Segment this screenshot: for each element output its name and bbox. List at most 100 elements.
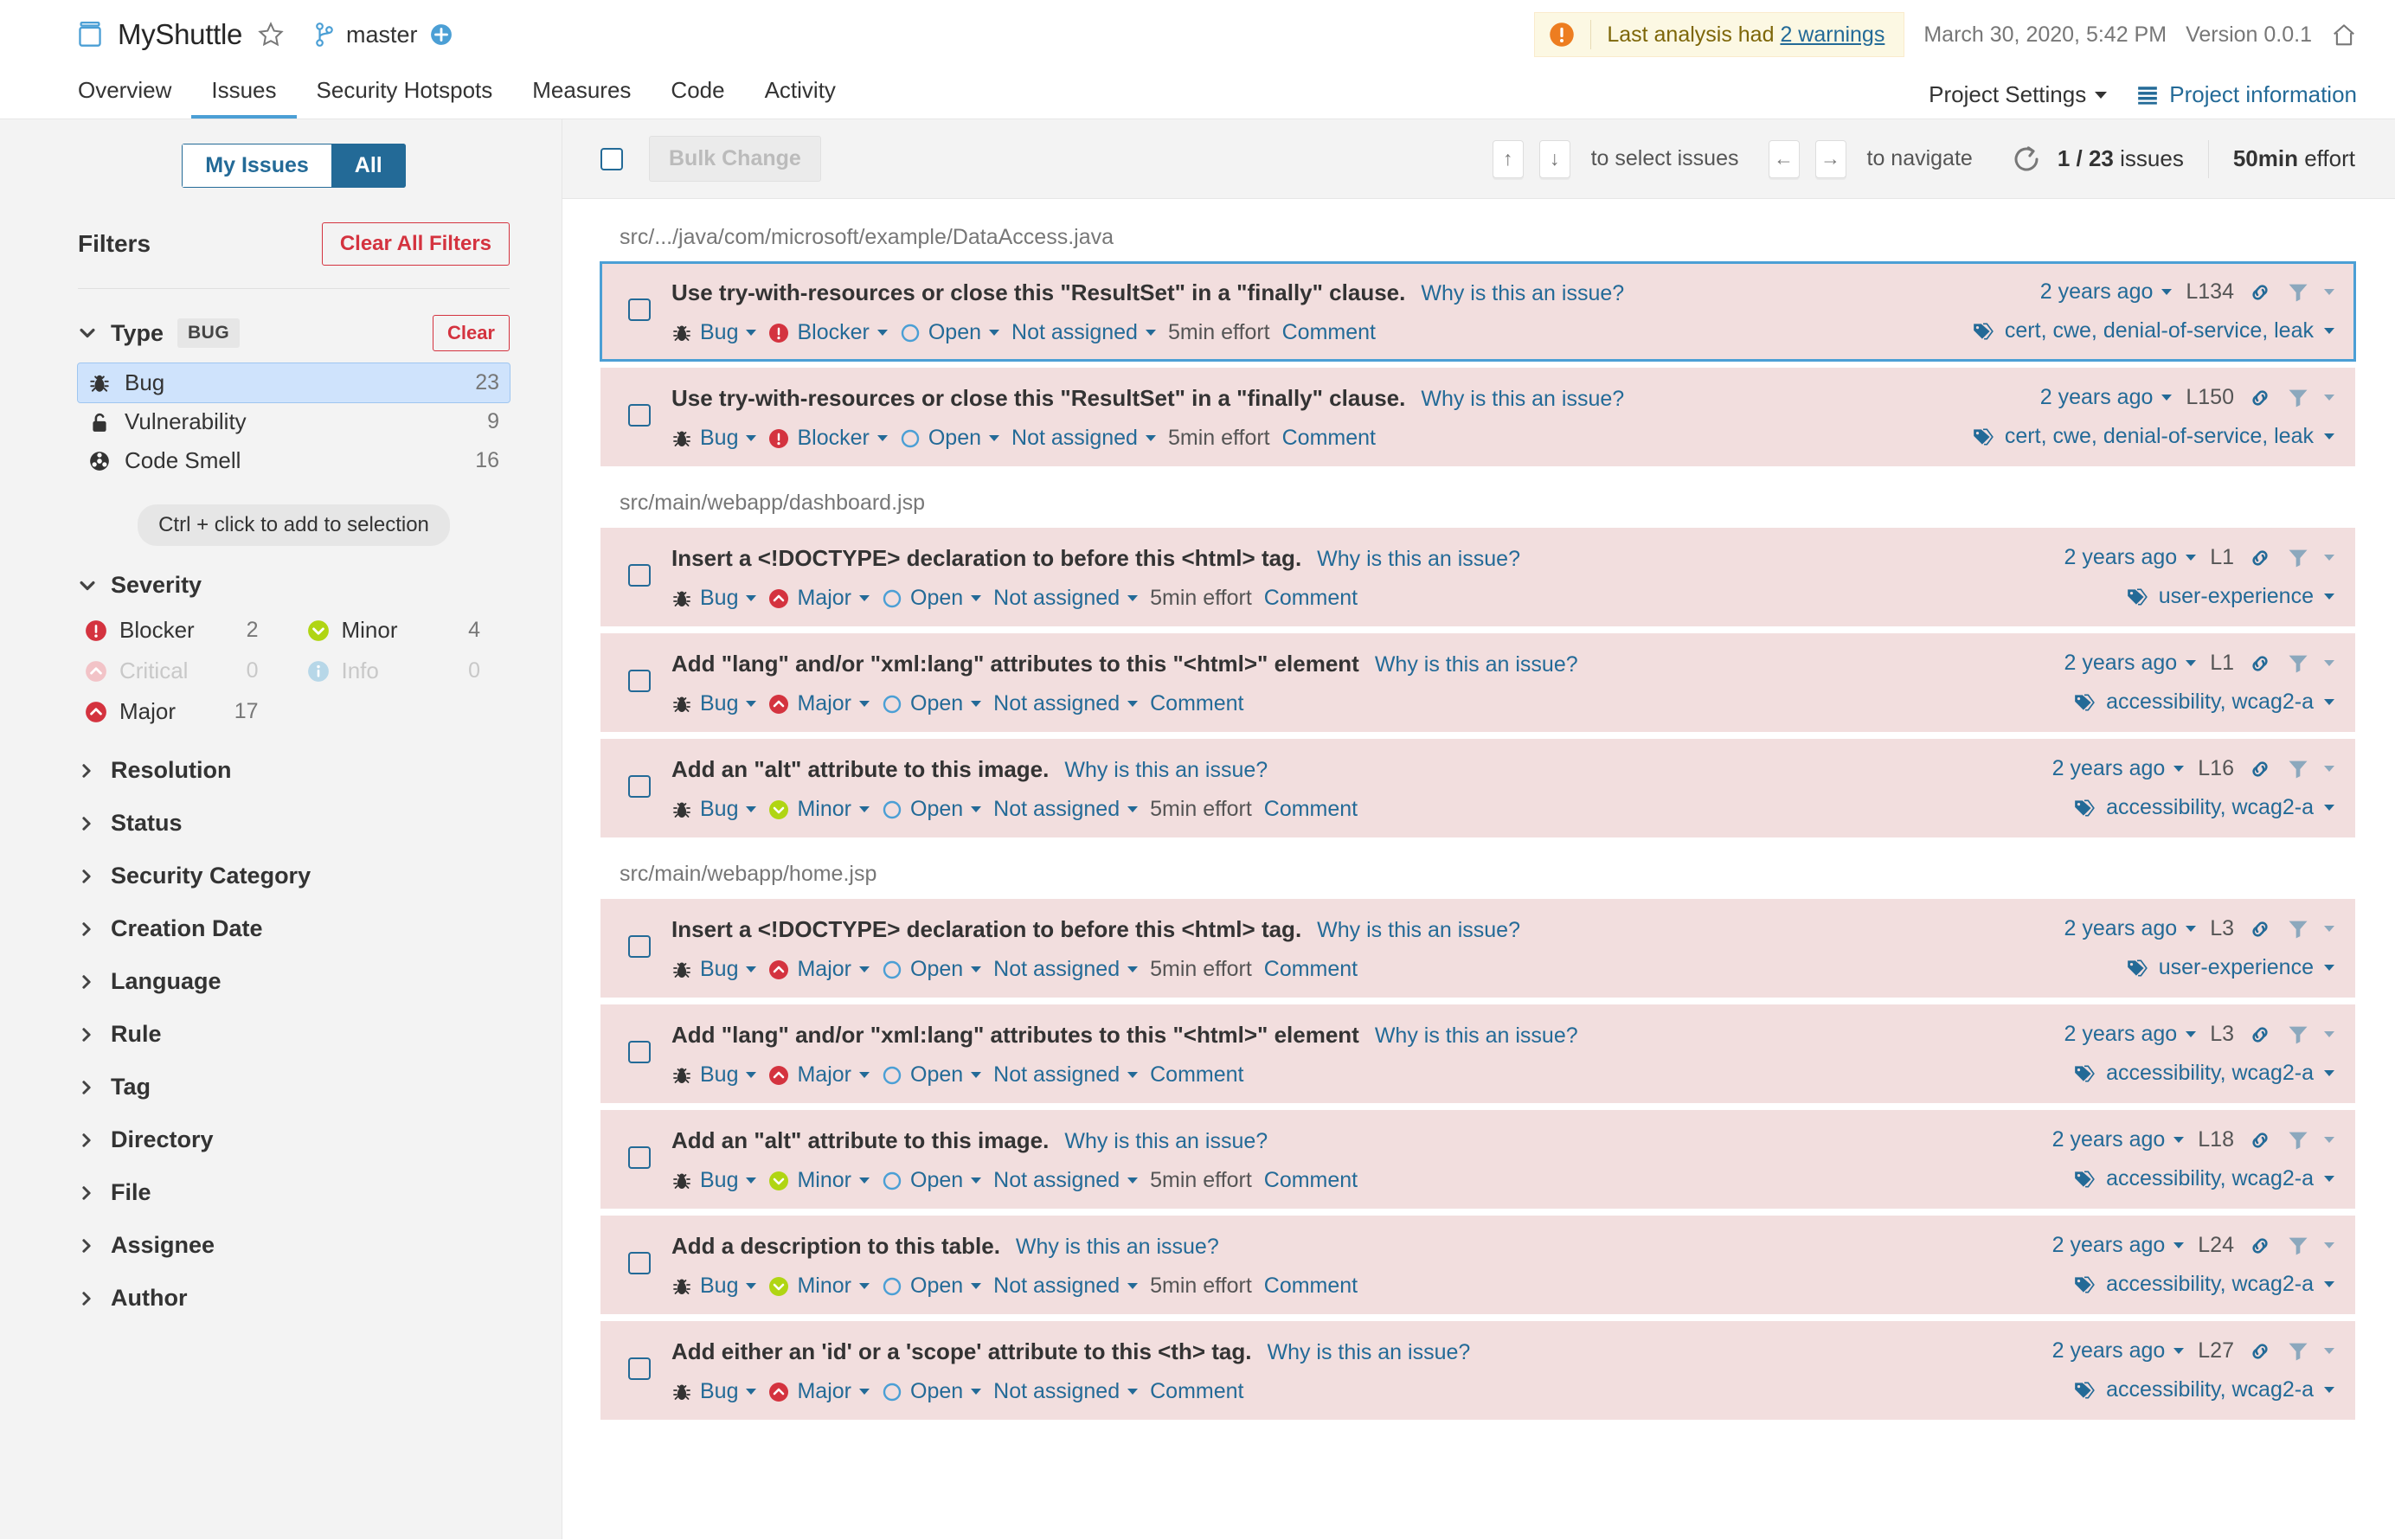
facet-language[interactable]: Language [78, 968, 510, 995]
facet-severity-header[interactable]: Severity [78, 572, 510, 599]
issue-tags[interactable]: cert, cwe, denial-of-service, leak [2005, 318, 2314, 343]
issue-severity-chip[interactable]: Major [768, 1379, 870, 1404]
why-is-this-an-issue-link[interactable]: Why is this an issue? [1016, 1235, 1219, 1260]
issue-type-chip[interactable]: Bug [671, 586, 757, 611]
issue-age[interactable]: 2 years ago [2040, 279, 2173, 305]
home-icon[interactable] [2331, 22, 2357, 48]
issue-row[interactable]: Add an "alt" attribute to this image. Wh… [600, 1110, 2355, 1209]
star-icon[interactable] [258, 22, 284, 48]
permalink-icon[interactable] [2248, 1339, 2272, 1364]
issue-type-chip[interactable]: Bug [671, 1274, 757, 1299]
issue-checkbox[interactable] [628, 775, 651, 798]
issue-severity-chip[interactable]: Major [768, 957, 870, 982]
issue-severity-chip[interactable]: Major [768, 1062, 870, 1088]
facet-security-category[interactable]: Security Category [78, 863, 510, 889]
issue-message[interactable]: Add "lang" and/or "xml:lang" attributes … [671, 651, 1359, 677]
issue-assignee-chip[interactable]: Not assigned [993, 797, 1139, 822]
why-is-this-an-issue-link[interactable]: Why is this an issue? [1375, 1023, 1578, 1049]
facet-item-code-smell[interactable]: Code Smell 16 [78, 441, 510, 480]
why-is-this-an-issue-link[interactable]: Why is this an issue? [1064, 758, 1268, 783]
issue-row[interactable]: Use try-with-resources or close this "Re… [600, 261, 2356, 362]
issue-checkbox[interactable] [628, 404, 651, 427]
issue-status-chip[interactable]: Open [882, 797, 982, 822]
issue-checkbox[interactable] [628, 670, 651, 692]
issue-type-chip[interactable]: Bug [671, 1062, 757, 1088]
issue-status-chip[interactable]: Open [900, 320, 1000, 345]
facet-assignee[interactable]: Assignee [78, 1232, 510, 1259]
issue-severity-chip[interactable]: Minor [768, 797, 870, 822]
filter-similar-issues-icon[interactable] [2286, 546, 2310, 570]
issue-type-chip[interactable]: Bug [671, 1379, 757, 1404]
permalink-icon[interactable] [2248, 1023, 2272, 1047]
issue-assignee-chip[interactable]: Not assigned [993, 1274, 1139, 1299]
issue-message[interactable]: Use try-with-resources or close this "Re… [671, 385, 1405, 412]
issue-tags[interactable]: accessibility, wcag2-a [2106, 1272, 2314, 1297]
issue-severity-chip[interactable]: Major [768, 691, 870, 716]
issue-message[interactable]: Add either an 'id' or a 'scope' attribut… [671, 1338, 1251, 1365]
issue-tags[interactable]: cert, cwe, denial-of-service, leak [2005, 424, 2314, 449]
facet-item-bug[interactable]: Bug 23 [77, 363, 510, 403]
refresh-icon[interactable] [2011, 144, 2042, 175]
issue-tags[interactable]: accessibility, wcag2-a [2106, 795, 2314, 820]
issue-comment-link[interactable]: Comment [1150, 1379, 1243, 1404]
issue-tags[interactable]: accessibility, wcag2-a [2106, 690, 2314, 715]
issue-assignee-chip[interactable]: Not assigned [993, 586, 1139, 611]
issue-message[interactable]: Use try-with-resources or close this "Re… [671, 279, 1405, 306]
issue-type-chip[interactable]: Bug [671, 1168, 757, 1193]
issue-type-chip[interactable]: Bug [671, 797, 757, 822]
issues-list[interactable]: src/.../java/com/microsoft/example/DataA… [562, 199, 2395, 1539]
issue-row[interactable]: Add a description to this table. Why is … [600, 1216, 2355, 1314]
facet-tag[interactable]: Tag [78, 1074, 510, 1100]
issue-severity-chip[interactable]: Blocker [768, 426, 888, 451]
filter-similar-issues-icon[interactable] [2286, 1234, 2310, 1258]
permalink-icon[interactable] [2248, 386, 2272, 410]
issue-type-chip[interactable]: Bug [671, 320, 757, 345]
issue-checkbox[interactable] [628, 1252, 651, 1274]
facet-type-header[interactable]: Type BUG Clear [78, 315, 510, 351]
filter-similar-issues-icon[interactable] [2286, 651, 2310, 676]
issue-severity-chip[interactable]: Major [768, 586, 870, 611]
why-is-this-an-issue-link[interactable]: Why is this an issue? [1064, 1129, 1268, 1154]
select-all-checkbox[interactable] [600, 147, 623, 170]
project-name[interactable]: MyShuttle [118, 18, 242, 51]
issue-assignee-chip[interactable]: Not assigned [993, 1379, 1139, 1404]
plus-circle-icon[interactable] [430, 23, 453, 46]
issue-row[interactable]: Add an "alt" attribute to this image. Wh… [600, 739, 2355, 837]
facet-directory[interactable]: Directory [78, 1126, 510, 1153]
issue-age[interactable]: 2 years ago [2064, 916, 2197, 941]
issue-assignee-chip[interactable]: Not assigned [993, 691, 1139, 716]
issue-age[interactable]: 2 years ago [2052, 1233, 2185, 1258]
issue-severity-chip[interactable]: Minor [768, 1274, 870, 1299]
issue-status-chip[interactable]: Open [882, 957, 982, 982]
issue-checkbox[interactable] [628, 1146, 651, 1169]
issue-age[interactable]: 2 years ago [2040, 385, 2173, 410]
facet-item-vulnerability[interactable]: Vulnerability 9 [78, 402, 510, 441]
issue-comment-link[interactable]: Comment [1282, 426, 1376, 451]
issue-assignee-chip[interactable]: Not assigned [1011, 426, 1156, 451]
why-is-this-an-issue-link[interactable]: Why is this an issue? [1317, 918, 1520, 943]
filter-similar-issues-icon[interactable] [2286, 757, 2310, 781]
scope-all-button[interactable]: All [331, 144, 406, 188]
issue-tags[interactable]: user-experience [2159, 584, 2314, 609]
why-is-this-an-issue-link[interactable]: Why is this an issue? [1375, 652, 1578, 677]
file-path-header[interactable]: src/main/webapp/dashboard.jsp [600, 473, 2355, 528]
issue-severity-chip[interactable]: Blocker [768, 320, 888, 345]
issue-row[interactable]: Use try-with-resources or close this "Re… [600, 368, 2355, 466]
why-is-this-an-issue-link[interactable]: Why is this an issue? [1421, 387, 1624, 412]
issue-checkbox[interactable] [628, 564, 651, 587]
issue-comment-link[interactable]: Comment [1264, 797, 1358, 822]
facet-creation-date[interactable]: Creation Date [78, 915, 510, 942]
issue-age[interactable]: 2 years ago [2064, 1022, 2197, 1047]
issue-type-chip[interactable]: Bug [671, 957, 757, 982]
issue-checkbox[interactable] [628, 1041, 651, 1063]
issue-tags[interactable]: accessibility, wcag2-a [2106, 1166, 2314, 1191]
issue-comment-link[interactable]: Comment [1150, 1062, 1243, 1088]
facet-resolution[interactable]: Resolution [78, 757, 510, 784]
permalink-icon[interactable] [2248, 757, 2272, 781]
issue-age[interactable]: 2 years ago [2052, 756, 2185, 781]
permalink-icon[interactable] [2248, 651, 2272, 676]
issue-severity-chip[interactable]: Minor [768, 1168, 870, 1193]
file-path-header[interactable]: src/main/webapp/home.jsp [600, 844, 2355, 899]
issue-comment-link[interactable]: Comment [1264, 1274, 1358, 1299]
permalink-icon[interactable] [2248, 546, 2272, 570]
